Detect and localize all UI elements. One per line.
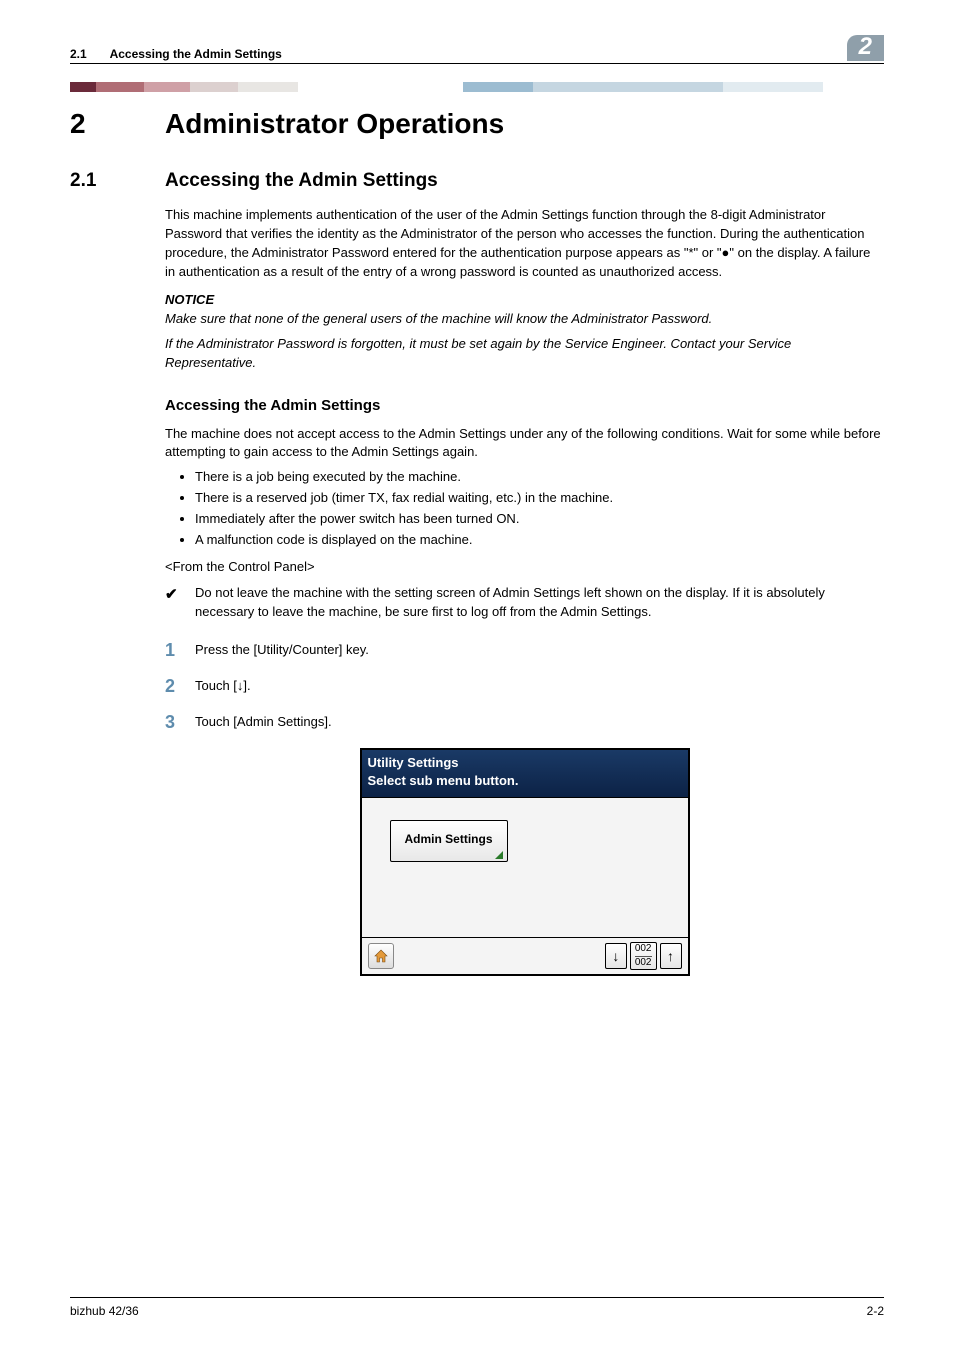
footer-model: bizhub 42/36 <box>70 1304 139 1318</box>
check-icon: ✔ <box>165 584 195 622</box>
check-note-text: Do not leave the machine with the settin… <box>195 584 884 622</box>
notice-line-2: If the Administrator Password is forgott… <box>165 335 884 373</box>
device-header-line2: Select sub menu button. <box>368 772 682 791</box>
device-body: Admin Settings <box>362 797 688 937</box>
chapter-title: Administrator Operations <box>165 108 504 140</box>
section-heading: 2.1 Accessing the Admin Settings <box>70 170 884 192</box>
step-number: 2 <box>165 676 195 695</box>
intro-paragraph: This machine implements authentication o… <box>165 206 884 281</box>
header-section-title: Accessing the Admin Settings <box>110 47 282 61</box>
step-item: 2 Touch [↓]. <box>165 676 884 696</box>
submenu-triangle-icon <box>495 851 503 859</box>
list-item: Immediately after the power switch has b… <box>195 510 884 529</box>
step-number: 1 <box>165 640 195 659</box>
context-label: <From the Control Panel> <box>165 558 884 577</box>
section-body: This machine implements authentication o… <box>165 206 884 976</box>
subsection-intro: The machine does not accept access to th… <box>165 425 884 463</box>
device-header-line1: Utility Settings <box>368 754 682 773</box>
arrow-up-icon: ↑ <box>667 946 674 966</box>
chapter-tab: 2 <box>847 35 884 61</box>
list-item: There is a reserved job (timer TX, fax r… <box>195 489 884 508</box>
home-button[interactable] <box>368 943 394 969</box>
arrow-down-icon: ↓ <box>612 946 619 966</box>
chapter-heading: 2 Administrator Operations <box>70 108 884 140</box>
step-text: Touch [↓]. <box>195 676 884 696</box>
step-item: 3 Touch [Admin Settings]. <box>165 712 884 732</box>
step-number: 3 <box>165 712 195 731</box>
section-number: 2.1 <box>70 170 165 192</box>
condition-list: There is a job being executed by the mac… <box>165 468 884 549</box>
chapter-number: 2 <box>70 108 165 140</box>
admin-settings-button[interactable]: Admin Settings <box>390 820 508 861</box>
step-text: Press the [Utility/Counter] key. <box>195 640 884 660</box>
notice-label: NOTICE <box>165 291 884 310</box>
page-up-button[interactable]: ↑ <box>660 943 682 969</box>
page-current: 002 <box>635 944 652 957</box>
section-title: Accessing the Admin Settings <box>165 170 438 192</box>
page-total: 002 <box>635 958 652 969</box>
subsection-heading: Accessing the Admin Settings <box>165 395 884 417</box>
footer-page: 2-2 <box>867 1304 884 1318</box>
home-icon <box>373 948 389 964</box>
step-list: 1 Press the [Utility/Counter] key. 2 Tou… <box>165 640 884 732</box>
step-item: 1 Press the [Utility/Counter] key. <box>165 640 884 660</box>
check-note-row: ✔ Do not leave the machine with the sett… <box>165 584 884 622</box>
header-left: 2.1 Accessing the Admin Settings <box>70 47 282 61</box>
pager: ↓ 002 002 ↑ <box>605 942 682 970</box>
notice-line-1: Make sure that none of the general users… <box>165 310 884 329</box>
step-text: Touch [Admin Settings]. <box>195 712 884 732</box>
page-footer: bizhub 42/36 2-2 <box>70 1297 884 1318</box>
list-item: There is a job being executed by the mac… <box>195 468 884 487</box>
page-down-button[interactable]: ↓ <box>605 943 627 969</box>
device-screenshot: Utility Settings Select sub menu button.… <box>360 748 690 977</box>
device-footer: ↓ 002 002 ↑ <box>362 937 688 974</box>
admin-settings-button-label: Admin Settings <box>405 832 493 846</box>
decorative-color-bar <box>70 82 884 92</box>
device-header: Utility Settings Select sub menu button. <box>362 750 688 798</box>
header-section-number: 2.1 <box>70 47 87 61</box>
list-item: A malfunction code is displayed on the m… <box>195 531 884 550</box>
running-header: 2.1 Accessing the Admin Settings 2 <box>70 35 884 64</box>
page-indicator: 002 002 <box>630 942 657 970</box>
